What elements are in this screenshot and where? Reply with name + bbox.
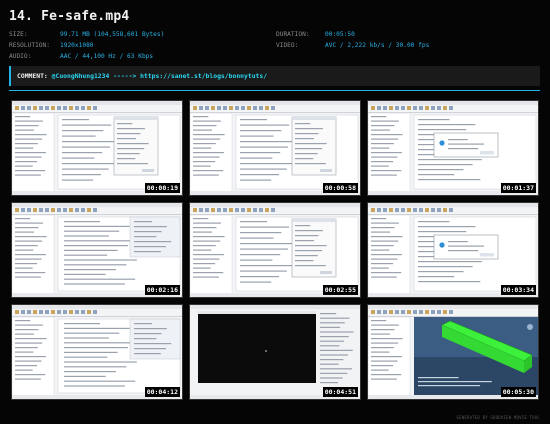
thumbnail-timestamp: 00:03:34 bbox=[500, 285, 536, 295]
thumbnail-5[interactable]: 00:02:55 bbox=[189, 202, 361, 298]
file-info-left: SIZE: 99.71 MB (104,558,601 Bytes) RESOLU… bbox=[9, 29, 164, 62]
video-title: 14. Fe-safe.mp4 bbox=[9, 9, 130, 24]
thumbnail-timestamp: 00:04:51 bbox=[322, 387, 358, 397]
size-label: SIZE: bbox=[9, 31, 28, 38]
thumbnail-screen bbox=[368, 101, 538, 195]
thumbnail-timestamp: 00:05:30 bbox=[500, 387, 536, 397]
thumbnail-timestamp: 00:04:12 bbox=[144, 387, 180, 397]
thumbnail-4[interactable]: 00:02:16 bbox=[11, 202, 183, 298]
audio-label: AUDIO: bbox=[9, 53, 32, 60]
video-value: AVC / 2,222 kb/s / 30.00 fps bbox=[325, 42, 430, 49]
thumbnail-screen bbox=[368, 203, 538, 297]
video-label: VIDEO: bbox=[276, 42, 299, 49]
thumbnail-screen bbox=[368, 305, 538, 399]
file-info-right: DURATION: 00:05:50 VIDEO: AVC / 2,222 kb/s… bbox=[276, 29, 429, 51]
thumbnail-timestamp: 00:02:55 bbox=[322, 285, 358, 295]
duration-value: 00:05:50 bbox=[325, 31, 355, 38]
thumbnail-2[interactable]: 00:00:58 bbox=[189, 100, 361, 196]
thumbnail-grid: 00:00:19 00:00:58 00:01:37 00:02:16 00:0… bbox=[11, 100, 539, 405]
resolution-label: RESOLUTION: bbox=[9, 42, 50, 49]
thumbnail-8[interactable]: 00:04:51 bbox=[189, 304, 361, 400]
generator-footer: GENERATED BY GOODVIEW MOVIE TOOL bbox=[456, 415, 540, 420]
resolution-value: 1920x1080 bbox=[60, 42, 94, 49]
thumbnail-1[interactable]: 00:00:19 bbox=[11, 100, 183, 196]
thumbnail-6[interactable]: 00:03:34 bbox=[367, 202, 539, 298]
thumbnail-screen bbox=[12, 101, 182, 195]
comment-bar: COMMENT: @CuongNhung1234 -----> https://… bbox=[9, 66, 540, 86]
comment-label: COMMENT: bbox=[17, 72, 48, 80]
thumbnail-screen bbox=[12, 203, 182, 297]
thumbnail-3[interactable]: 00:01:37 bbox=[367, 100, 539, 196]
accent-divider bbox=[9, 90, 540, 91]
thumbnail-screen bbox=[190, 101, 360, 195]
thumbnail-7[interactable]: 00:04:12 bbox=[11, 304, 183, 400]
thumbnail-timestamp: 00:02:16 bbox=[144, 285, 180, 295]
size-value: 99.71 MB (104,558,601 Bytes) bbox=[60, 31, 165, 38]
thumbnail-timestamp: 00:00:19 bbox=[144, 183, 180, 193]
thumbnail-timestamp: 00:01:37 bbox=[500, 183, 536, 193]
audio-value: AAC / 44,100 Hz / 63 Kbps bbox=[60, 53, 154, 60]
comment-text: @CuongNhung1234 -----> https://sanet.st/… bbox=[51, 72, 268, 80]
thumbnail-screen bbox=[12, 305, 182, 399]
thumbnail-screen bbox=[190, 305, 360, 399]
thumbnail-9[interactable]: 00:05:30 bbox=[367, 304, 539, 400]
duration-label: DURATION: bbox=[276, 31, 310, 38]
thumbnail-timestamp: 00:00:58 bbox=[322, 183, 358, 193]
thumbnail-screen bbox=[190, 203, 360, 297]
